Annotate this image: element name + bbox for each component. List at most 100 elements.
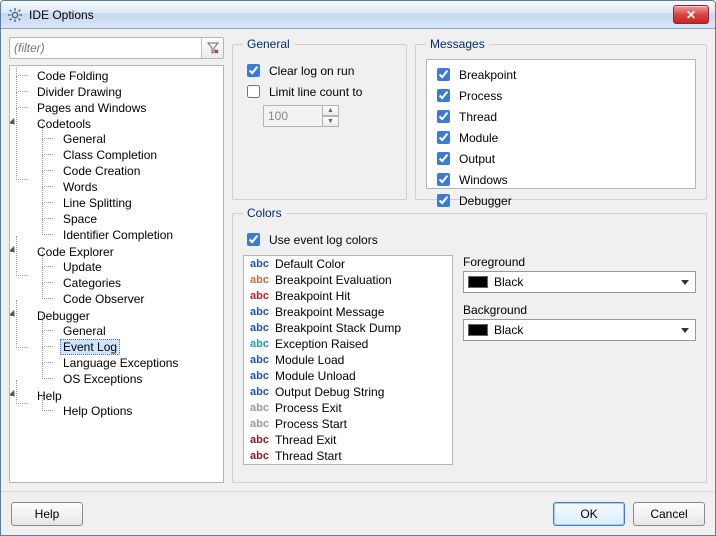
color-item[interactable]: abcThread Exit <box>244 432 452 448</box>
chevron-down-icon[interactable] <box>10 390 18 399</box>
foreground-label: Foreground <box>463 255 696 269</box>
spin-up-icon[interactable]: ▲ <box>323 105 339 116</box>
color-item[interactable]: abcThread Start <box>244 448 452 464</box>
tree-item-ct-general[interactable]: General <box>48 131 223 147</box>
help-button[interactable]: Help <box>11 502 83 526</box>
tree-item-help-options[interactable]: Help Options <box>48 403 223 419</box>
abc-icon: abc <box>250 274 269 286</box>
abc-icon: abc <box>250 402 269 414</box>
tree-item-codetools[interactable]: Codetools General Class Completion Code … <box>22 116 223 244</box>
color-item[interactable]: abcBreakpoint Stack Dump <box>244 320 452 336</box>
tree-item-help[interactable]: Help Help Options <box>22 388 223 420</box>
color-item[interactable]: abcProcess Exit <box>244 400 452 416</box>
button-bar: Help OK Cancel <box>1 491 715 535</box>
filter-clear-button[interactable] <box>201 38 223 58</box>
message-item-output[interactable]: Output <box>433 149 689 168</box>
abc-icon: abc <box>250 370 269 382</box>
filter-input[interactable] <box>9 37 224 59</box>
color-item[interactable]: abcModule Load <box>244 352 452 368</box>
limit-lines-checkbox[interactable]: Limit line count to <box>243 82 396 101</box>
message-checkbox[interactable] <box>437 89 450 102</box>
abc-icon: abc <box>250 418 269 430</box>
close-button[interactable]: ✕ <box>673 5 709 24</box>
clear-log-checkbox[interactable]: Clear log on run <box>243 61 396 80</box>
abc-icon: abc <box>250 338 269 350</box>
color-item[interactable]: abcModule Unload <box>244 368 452 384</box>
top-row: General Clear log on run Limit line coun… <box>232 37 707 200</box>
message-checkbox[interactable] <box>437 131 450 144</box>
tree-item-dbg-lang[interactable]: Language Exceptions <box>48 355 223 371</box>
color-item[interactable]: abcProcess Start <box>244 416 452 432</box>
abc-icon: abc <box>250 450 269 462</box>
tree-item-ct-space[interactable]: Space <box>48 211 223 227</box>
tree-item-dbg-eventlog[interactable]: Event Log <box>48 339 223 355</box>
window-title: IDE Options <box>29 8 673 22</box>
color-item[interactable]: abcBreakpoint Hit <box>244 288 452 304</box>
message-item-module[interactable]: Module <box>433 128 689 147</box>
tree-item-dbg-os[interactable]: OS Exceptions <box>48 371 223 387</box>
chevron-down-icon[interactable] <box>10 118 18 127</box>
limit-value-input <box>263 105 323 127</box>
left-pane: Code Folding Divider Drawing Pages and W… <box>9 37 224 483</box>
abc-icon: abc <box>250 386 269 398</box>
close-icon: ✕ <box>686 8 696 22</box>
tree-item-ct-codecreation[interactable]: Code Creation <box>48 163 223 179</box>
ok-button[interactable]: OK <box>553 502 625 526</box>
color-item[interactable]: abcDefault Color <box>244 256 452 272</box>
cancel-button[interactable]: Cancel <box>633 502 705 526</box>
filter-wrap <box>9 37 224 59</box>
general-legend: General <box>243 37 294 51</box>
colors-legend: Colors <box>243 206 286 220</box>
titlebar: IDE Options ✕ <box>1 1 715 29</box>
tree-item-ce-observer[interactable]: Code Observer <box>48 291 223 307</box>
limit-value-spinner: ▲ ▼ <box>263 105 396 127</box>
limit-lines-input[interactable] <box>247 85 260 98</box>
message-item-breakpoint[interactable]: Breakpoint <box>433 65 689 84</box>
message-checkbox[interactable] <box>437 68 450 81</box>
message-item-process[interactable]: Process <box>433 86 689 105</box>
tree-item-ct-class[interactable]: Class Completion <box>48 147 223 163</box>
message-item-windows[interactable]: Windows <box>433 170 689 189</box>
spin-down-icon[interactable]: ▼ <box>323 116 339 127</box>
tree-item-dbg-general[interactable]: General <box>48 323 223 339</box>
tree-item-ct-ident[interactable]: Identifier Completion <box>48 227 223 243</box>
tree-item-ce-categories[interactable]: Categories <box>48 275 223 291</box>
background-select[interactable]: Black <box>463 319 696 341</box>
abc-icon: abc <box>250 258 269 270</box>
chevron-down-icon[interactable] <box>10 246 18 255</box>
message-checkbox[interactable] <box>437 152 450 165</box>
message-checkbox[interactable] <box>437 110 450 123</box>
tree-item-ct-linesplit[interactable]: Line Splitting <box>48 195 223 211</box>
use-event-log-colors-checkbox[interactable]: Use event log colors <box>243 230 696 249</box>
messages-legend: Messages <box>426 37 489 51</box>
color-item[interactable]: abcBreakpoint Evaluation <box>244 272 452 288</box>
options-tree[interactable]: Code Folding Divider Drawing Pages and W… <box>9 65 224 483</box>
color-item[interactable]: abcBreakpoint Message <box>244 304 452 320</box>
tree-item-debugger[interactable]: Debugger General Event Log Language Exce… <box>22 308 223 388</box>
tree-item-divider-drawing[interactable]: Divider Drawing <box>22 84 223 100</box>
colors-group: Colors Use event log colors abcDefault C… <box>232 206 707 483</box>
dialog-body: Code Folding Divider Drawing Pages and W… <box>1 29 715 491</box>
message-item-thread[interactable]: Thread <box>433 107 689 126</box>
dialog-window: IDE Options ✕ Code Folding Divider Drawi… <box>0 0 716 536</box>
color-event-list[interactable]: abcDefault ColorabcBreakpoint Evaluation… <box>243 255 453 465</box>
chevron-down-icon[interactable] <box>10 310 18 319</box>
abc-icon: abc <box>250 354 269 366</box>
color-side: Foreground Black Background Black <box>463 255 696 472</box>
tree-item-code-explorer[interactable]: Code Explorer Update Categories Code Obs… <box>22 244 223 308</box>
gear-icon <box>7 7 23 23</box>
tree-item-pages-windows[interactable]: Pages and Windows <box>22 100 223 116</box>
color-item[interactable]: abcException Raised <box>244 336 452 352</box>
messages-list[interactable]: Breakpoint Process Thread Module Output Windo… <box>426 59 696 189</box>
clear-log-input[interactable] <box>247 64 260 77</box>
tree-item-ce-update[interactable]: Update <box>48 259 223 275</box>
color-item[interactable]: abcOutput Debug String <box>244 384 452 400</box>
tree-item-code-folding[interactable]: Code Folding <box>22 68 223 84</box>
abc-icon: abc <box>250 306 269 318</box>
funnel-clear-icon <box>207 42 219 54</box>
foreground-select[interactable]: Black <box>463 271 696 293</box>
tree-item-ct-words[interactable]: Words <box>48 179 223 195</box>
use-event-log-colors-input[interactable] <box>247 233 260 246</box>
message-checkbox[interactable] <box>437 173 450 186</box>
messages-group: Messages Breakpoint Process Thread Module Ou… <box>415 37 707 200</box>
